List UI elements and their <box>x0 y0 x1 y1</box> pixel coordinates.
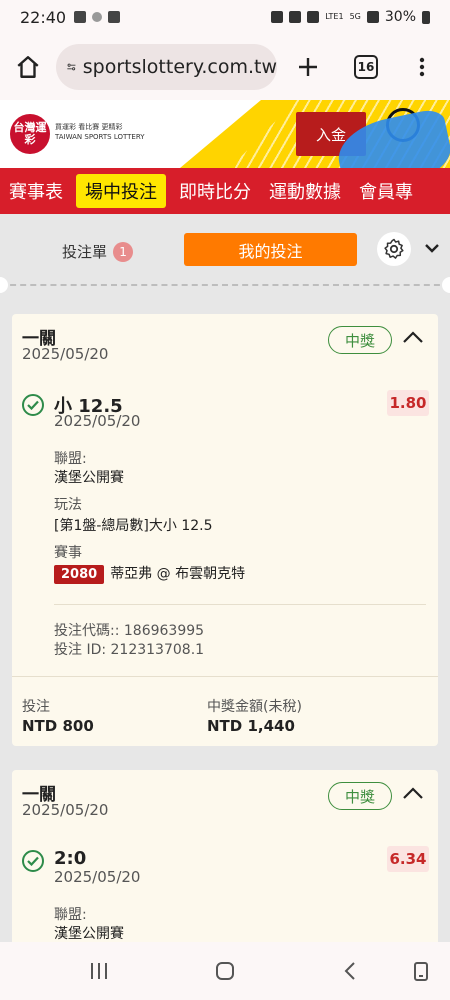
dashed-divider <box>0 284 450 286</box>
league-value: 漢堡公開賽 <box>54 926 124 942</box>
odds-badge: 1.80 <box>387 390 429 416</box>
battery-percent: 30% <box>384 9 416 25</box>
tab-count: 16 <box>354 55 378 79</box>
settings-button[interactable] <box>377 232 411 266</box>
alarm-icon <box>271 11 284 23</box>
my-bets-tab[interactable]: 我的投注 <box>184 233 357 266</box>
bet-card: 一關 2025/05/20 中獎 小 12.5 2025/05/20 1.80 … <box>12 314 438 746</box>
stake-value: NTD 800 <box>22 717 94 735</box>
home-icon <box>17 56 39 78</box>
league-value: 漢堡公開賽 <box>54 470 124 486</box>
location-icon <box>307 11 320 23</box>
payout-value: NTD 1,440 <box>207 717 295 735</box>
more-vert-icon <box>419 57 425 77</box>
tab-switcher-button[interactable]: 16 <box>346 47 386 87</box>
selection-date: 2025/05/20 <box>54 868 141 886</box>
stake-label: 投注 <box>22 699 50 715</box>
status-bar: 22:40 LTE1 5G 30% <box>0 0 450 34</box>
checkbox-notification-icon <box>108 11 121 23</box>
bet-date: 2025/05/20 <box>22 801 109 819</box>
logo-tagline-line2: TAIWAN SPORTS LOTTERY <box>55 133 145 141</box>
betslip-bar: 投注單 1 我的投注 <box>0 222 450 280</box>
status-time: 22:40 <box>20 7 67 27</box>
nav-item-live-score[interactable]: 即時比分 <box>170 174 260 208</box>
nav-item-schedule[interactable]: 賽事表 <box>0 174 72 208</box>
payout-label: 中獎金額(未稅) <box>207 699 302 715</box>
app-notification-icon <box>92 12 103 22</box>
status-badge: 中獎 <box>328 326 392 354</box>
selection-name: 2:0 <box>54 848 87 869</box>
chevron-up-icon[interactable] <box>402 786 424 800</box>
new-tab-button[interactable] <box>288 47 328 87</box>
nav-item-sports-data[interactable]: 運動數據 <box>260 174 350 208</box>
plus-icon <box>299 58 317 76</box>
ticket-notch-right <box>442 277 450 293</box>
card-footer-divider <box>12 676 438 677</box>
event-label: 賽事 <box>54 545 82 561</box>
divider <box>54 604 426 605</box>
gear-icon <box>384 238 404 259</box>
check-icon <box>22 850 44 872</box>
back-icon[interactable] <box>340 960 362 982</box>
logo-tagline: 買運彩 看比賽 更精彩 TAIWAN SPORTS LOTTERY <box>55 122 145 142</box>
battery-icon <box>422 10 430 24</box>
bet-date: 2025/05/20 <box>22 345 109 363</box>
system-nav-bar <box>0 942 450 1000</box>
nav-item-live-betting[interactable]: 場中投注 <box>76 174 166 208</box>
recent-apps-icon[interactable] <box>88 960 110 982</box>
bet-id: 投注 ID: 212313708.1 <box>54 642 205 658</box>
event-code-badge: 2080 <box>54 565 105 584</box>
market-value: [第1盤-總局數]大小 12.5 <box>54 518 213 534</box>
league-label: 聯盟: <box>54 451 87 467</box>
selection-date: 2025/05/20 <box>54 412 141 430</box>
betslip-tab[interactable]: 投注單 1 <box>62 241 134 262</box>
event-name: 蒂亞弗 @ 布雲朝克特 <box>110 566 246 582</box>
notification-icons <box>74 11 121 23</box>
bet-code: 投注代碼:: 186963995 <box>54 623 205 639</box>
url-bar[interactable]: sportslottery.com.tw <box>56 44 277 90</box>
keyboard-toggle-icon[interactable] <box>410 960 432 982</box>
tiktok-icon <box>74 11 87 23</box>
browser-toolbar: sportslottery.com.tw 16 <box>0 34 450 100</box>
check-icon <box>22 394 44 416</box>
betslip-label: 投注單 <box>62 243 108 261</box>
event-value: 2080 蒂亞弗 @ 布雲朝克特 <box>54 563 245 584</box>
chevron-down-icon[interactable] <box>424 242 440 254</box>
network-type: 5G <box>349 12 361 21</box>
browser-menu-button[interactable] <box>402 47 442 87</box>
home-button[interactable] <box>8 47 48 87</box>
mute-icon <box>289 11 302 23</box>
nav-item-member[interactable]: 會員專 <box>350 174 422 208</box>
url-text: sportslottery.com.tw <box>82 56 277 78</box>
odds-badge: 6.34 <box>387 846 429 872</box>
home-nav-icon[interactable] <box>214 960 236 982</box>
logo-tagline-line1: 買運彩 看比賽 更精彩 <box>55 123 123 131</box>
site-logo[interactable]: 台灣運彩 <box>10 114 50 154</box>
market-label: 玩法 <box>54 497 82 513</box>
bet-card: 一關 2025/05/20 中獎 2:0 2025/05/20 6.34 聯盟:… <box>12 770 438 950</box>
status-badge: 中獎 <box>328 782 392 810</box>
signal-icon <box>366 11 379 23</box>
league-label: 聯盟: <box>54 907 87 923</box>
betslip-count-badge: 1 <box>113 241 134 262</box>
chevron-up-icon[interactable] <box>402 330 424 344</box>
network-label: LTE1 <box>325 12 344 21</box>
site-settings-icon[interactable] <box>66 56 77 78</box>
system-icons: LTE1 5G 30% <box>271 9 430 25</box>
main-nav: 賽事表 場中投注 即時比分 運動數據 會員專 <box>0 168 450 214</box>
